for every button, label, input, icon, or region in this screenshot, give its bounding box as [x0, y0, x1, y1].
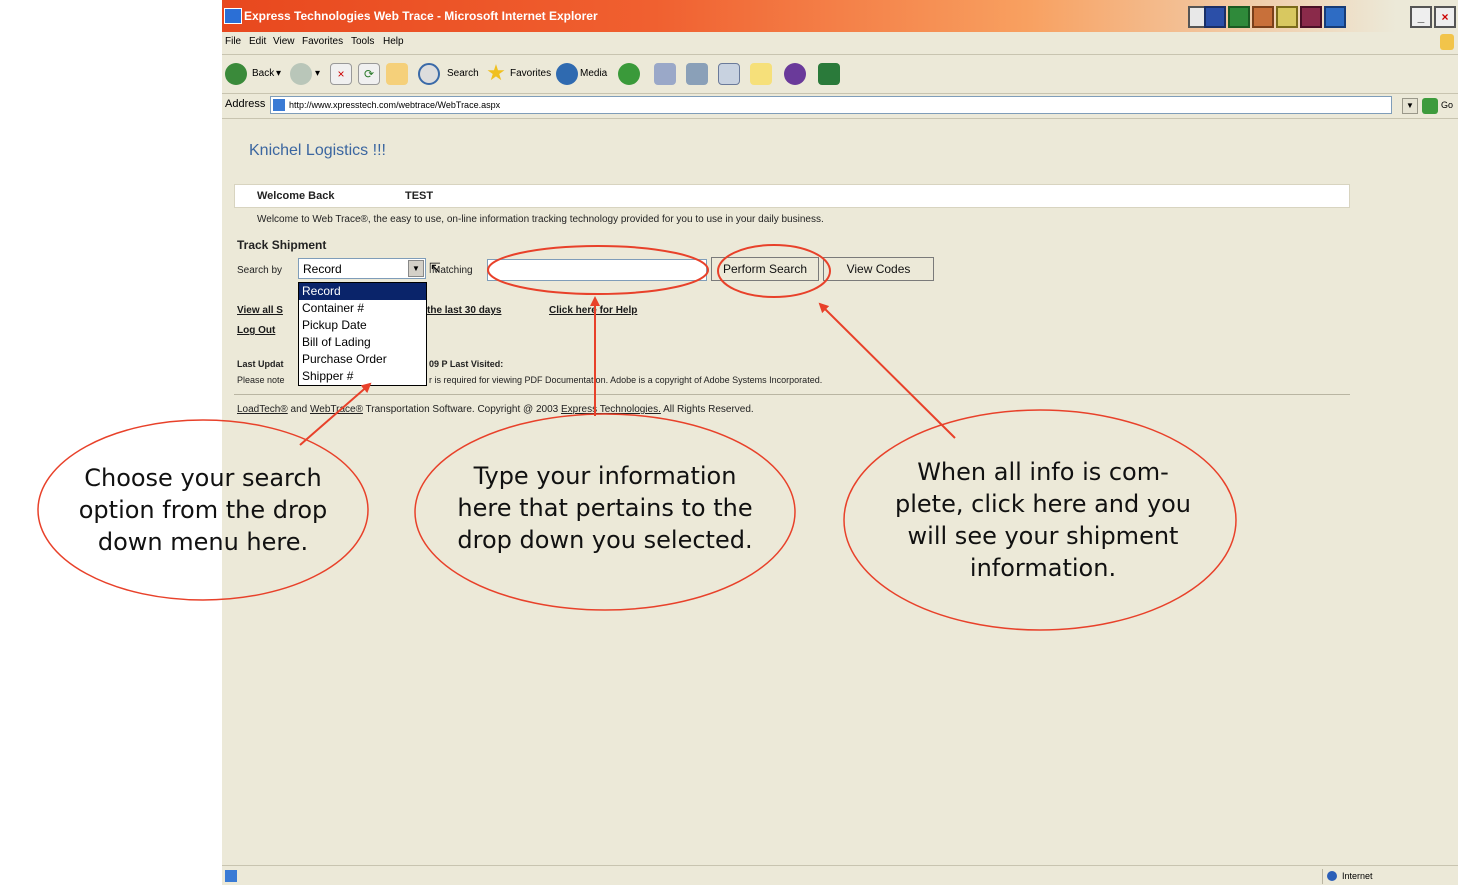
- view-codes-button[interactable]: View Codes: [823, 257, 934, 281]
- view-all-link[interactable]: View all S: [237, 305, 283, 316]
- search-by-value[interactable]: Record: [303, 262, 342, 276]
- edit-icon[interactable]: [718, 63, 740, 85]
- outlook-icon[interactable]: [1300, 6, 1322, 28]
- toolbar: Back ▾ ▾ × ⟳ Search ★ Favorites Media: [222, 55, 1458, 94]
- search-by-dropdown-list: Record Container # Pickup Date Bill of L…: [298, 282, 427, 386]
- footer-divider: [234, 394, 1350, 395]
- select-arrow-icon[interactable]: ▼: [408, 260, 424, 277]
- address-label: Address: [225, 98, 266, 110]
- right-callout-text: When all info is com-plete, click here a…: [895, 458, 1191, 582]
- ie-icon: [224, 8, 242, 24]
- publisher-icon[interactable]: [1324, 6, 1346, 28]
- matching-label: Matching: [432, 265, 473, 276]
- search-by-label: Search by: [237, 265, 283, 276]
- forward-dropdown-icon[interactable]: ▾: [315, 68, 320, 79]
- middle-callout-text: Type your information here that pertains…: [457, 462, 753, 554]
- stop-icon[interactable]: ×: [330, 63, 352, 85]
- brand-title: Knichel Logistics !!!: [249, 142, 386, 159]
- menu-edit[interactable]: Edit: [249, 36, 266, 47]
- search-label[interactable]: Search: [447, 68, 479, 79]
- track-shipment-heading: Track Shipment: [237, 238, 327, 252]
- menu-bar: File Edit View Favorites Tools Help: [222, 32, 1458, 55]
- print-icon[interactable]: [686, 63, 708, 85]
- welcome-back-label: Welcome Back: [257, 190, 335, 202]
- refresh-icon[interactable]: ⟳: [358, 63, 380, 85]
- dropdown-option-shipper[interactable]: Shipper #: [299, 368, 426, 385]
- menu-favorites[interactable]: Favorites: [302, 36, 343, 47]
- home-icon[interactable]: [386, 63, 408, 85]
- browser-window: Express Technologies Web Trace - Microso…: [222, 0, 1458, 885]
- minimize-button[interactable]: _: [1410, 6, 1432, 28]
- forward-arrow-icon[interactable]: [290, 63, 312, 85]
- excel-icon[interactable]: [1228, 6, 1250, 28]
- footer-text: LoadTech® and WebTrace® Transportation S…: [237, 404, 754, 415]
- address-dropdown-icon[interactable]: ▼: [1402, 98, 1418, 114]
- status-bar: Internet: [222, 865, 1458, 885]
- adobe-note: r is required for viewing PDF Documentat…: [429, 375, 823, 385]
- research-icon[interactable]: [818, 63, 840, 85]
- dropdown-option-purchase-order[interactable]: Purchase Order: [299, 351, 426, 368]
- discuss-icon[interactable]: [750, 63, 772, 85]
- mail-icon[interactable]: [654, 63, 676, 85]
- matching-input[interactable]: [487, 259, 707, 281]
- last-30-days-link[interactable]: the last 30 days: [427, 305, 501, 316]
- back-dropdown-icon[interactable]: ▾: [276, 68, 281, 79]
- last-visited-text: 09 P Last Visited:: [429, 359, 504, 369]
- media-label[interactable]: Media: [580, 68, 607, 79]
- help-link[interactable]: Click here for Help: [549, 305, 637, 316]
- powerpoint-icon[interactable]: [1252, 6, 1274, 28]
- perform-search-button[interactable]: Perform Search: [711, 257, 819, 281]
- menu-file[interactable]: File: [225, 36, 241, 47]
- dropdown-option-container[interactable]: Container #: [299, 300, 426, 317]
- back-arrow-icon[interactable]: [225, 63, 247, 85]
- webtrace-link[interactable]: WebTrace®: [310, 404, 363, 415]
- go-label[interactable]: Go: [1441, 100, 1453, 110]
- loadtech-link[interactable]: LoadTech®: [237, 404, 288, 415]
- back-label[interactable]: Back: [252, 68, 274, 79]
- dropdown-option-record[interactable]: Record: [299, 283, 426, 300]
- dropdown-option-pickup-date[interactable]: Pickup Date: [299, 317, 426, 334]
- footer-rights: All Rights Reserved.: [660, 404, 754, 415]
- window-title: Express Technologies Web Trace - Microso…: [244, 9, 598, 23]
- last-update-label: Last Updat: [237, 359, 284, 369]
- windows-logo-icon: [1440, 34, 1454, 50]
- address-bar: Address http://www.xpresstech.com/webtra…: [222, 94, 1458, 119]
- globe-icon: [1327, 871, 1337, 881]
- menu-tools[interactable]: Tools: [351, 36, 374, 47]
- status-page-icon: [225, 870, 237, 882]
- welcome-user: TEST: [405, 190, 434, 202]
- left-callout-text: Choose your search option from the drop …: [78, 464, 328, 556]
- status-zone: Internet: [1342, 871, 1373, 881]
- welcome-box: Welcome Back TEST: [234, 184, 1350, 208]
- search-icon[interactable]: [418, 63, 440, 85]
- menu-help[interactable]: Help: [383, 36, 404, 47]
- address-input[interactable]: http://www.xpresstech.com/webtrace/WebTr…: [270, 96, 1392, 114]
- address-url[interactable]: http://www.xpresstech.com/webtrace/WebTr…: [289, 100, 500, 110]
- close-button[interactable]: ×: [1434, 6, 1456, 28]
- footer-and: and: [287, 404, 310, 415]
- company-link[interactable]: Express Technologies.: [561, 404, 661, 415]
- intro-text: Welcome to Web Trace®, the easy to use, …: [257, 214, 824, 225]
- logout-link[interactable]: Log Out: [237, 325, 275, 336]
- dropdown-option-bill-of-lading[interactable]: Bill of Lading: [299, 334, 426, 351]
- word-icon[interactable]: [1204, 6, 1226, 28]
- messenger-icon[interactable]: [784, 63, 806, 85]
- history-icon[interactable]: [618, 63, 640, 85]
- media-icon[interactable]: [556, 63, 578, 85]
- go-arrow-icon[interactable]: [1422, 98, 1438, 114]
- favorites-star-icon[interactable]: ★: [485, 62, 507, 85]
- favorites-label[interactable]: Favorites: [510, 68, 551, 79]
- page-content: Knichel Logistics !!! Welcome Back TEST …: [222, 119, 1458, 865]
- note-prefix: Please note: [237, 375, 285, 385]
- title-bar: Express Technologies Web Trace - Microso…: [222, 0, 1458, 32]
- page-icon: [273, 99, 285, 111]
- footer-copyright: Transportation Software. Copyright @ 200…: [362, 404, 561, 415]
- menu-view[interactable]: View: [273, 36, 295, 47]
- search-by-select[interactable]: Record ▼: [298, 258, 426, 279]
- access-icon[interactable]: [1276, 6, 1298, 28]
